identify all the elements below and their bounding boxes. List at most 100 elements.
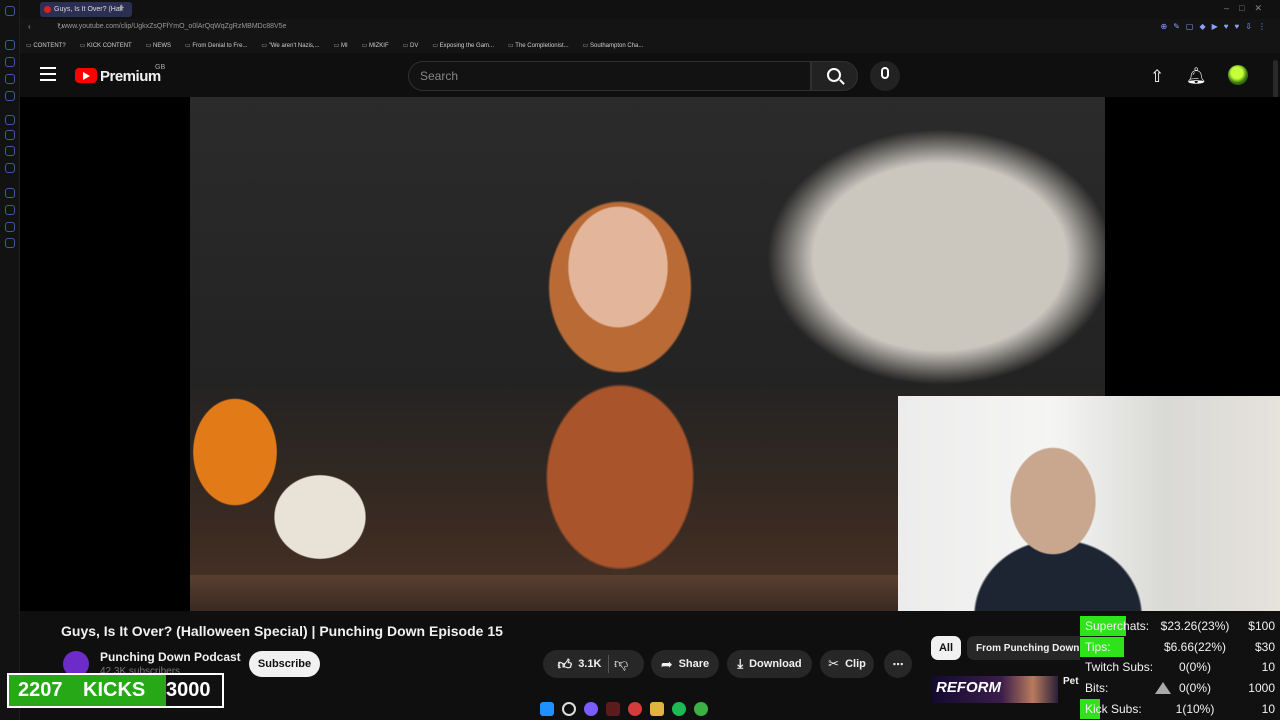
browser-sidebar [0,0,20,720]
video-frame-desk [190,575,900,611]
goal-row-kick-subs: Kick Subs: 1(10%) 10 [1085,699,1275,719]
like-dislike-group: 👍︎ 3.1K [543,650,644,678]
tab-bar: Guys, Is It Over? (Hall [20,0,1280,19]
windows-start-icon[interactable] [540,701,554,716]
clip-label: Clip [845,658,866,670]
browser-menu-icon[interactable] [5,6,15,16]
goal-target: 10 [1261,702,1275,716]
goal-label: Tips: [1085,640,1111,654]
sidebar-app-icon[interactable] [5,115,15,125]
youtube-favicon-icon [44,6,51,13]
goal-label: Kick Subs: [1085,702,1142,716]
spotify-icon[interactable] [672,701,686,716]
logo-text[interactable]: Premium [100,68,161,85]
sidebar-app-icon[interactable] [5,91,15,101]
microphone-icon [881,67,889,79]
search-icon [827,68,841,82]
sidebar-app-icon[interactable] [5,222,15,232]
logo-country-code: GB [155,64,166,71]
hamburger-menu-icon[interactable] [40,67,56,81]
goal-value: 1(10%) [1175,702,1215,716]
bookmark-item[interactable]: CONTENT? [26,42,65,49]
bookmark-item[interactable]: DV [403,42,418,49]
youtube-logo-icon[interactable] [75,68,97,83]
bookmark-item[interactable]: MI [334,42,348,49]
sidebar-app-icon[interactable] [5,57,15,67]
goal-label: Bits: [1085,681,1109,695]
goal-value: $6.66(22%) [1163,640,1227,654]
kick-goal: 3000 [166,679,211,701]
bookmark-item[interactable]: NEWS [146,42,171,49]
upload-icon[interactable]: ⇧ [1150,67,1164,87]
like-button[interactable]: 👍︎ 3.1K [558,656,602,673]
avatar[interactable] [1228,65,1248,85]
kick-label: KICKS [83,679,146,701]
extension-icons[interactable]: ⊕✎▢◆▶♥♥⇩⋮ [1161,22,1272,31]
more-icon: ⋯ [892,658,904,671]
sidebar-app-icon[interactable] [5,40,15,50]
bookmark-item[interactable]: From Denial to Fre... [185,42,247,49]
goal-row-bits: Bits: 0(0%) 1000 [1085,678,1275,698]
clip-button[interactable]: ✂ Clip [820,650,874,678]
goal-label: Twitch Subs: [1085,660,1154,674]
search-placeholder: Search [420,69,459,83]
thumbs-up-icon: 👍︎ [557,655,573,672]
sidebar-app-icon[interactable] [5,146,15,156]
goal-target: 10 [1261,660,1275,674]
like-divider [608,655,609,673]
new-tab-icon[interactable]: + [118,2,124,14]
goal-target: $30 [1254,640,1275,654]
goal-target: $100 [1248,619,1275,633]
bookmark-item[interactable]: "We aren't Nazis,... [261,42,320,49]
browser-app-icon[interactable] [606,701,620,716]
download-label: Download [749,658,802,670]
bookmark-item[interactable]: Exposing the Gam... [432,42,494,49]
bookmark-item[interactable]: Southampton Cha... [583,42,643,49]
sidebar-app-icon[interactable] [5,238,15,248]
kick-count: 2207 [18,679,63,701]
goal-row-twitch-subs: Twitch Subs: 0(0%) 10 [1085,657,1275,677]
goal-value: $23.26(23%) [1160,619,1230,633]
tab-title: Guys, Is It Over? (Hall [54,6,123,13]
share-icon: ➦ [660,655,673,672]
thumbs-down-icon[interactable]: 👎︎ [614,655,628,672]
webcam-overlay [898,396,1280,611]
search-input[interactable] [408,61,811,91]
chip-all[interactable]: All [931,636,961,660]
share-label: Share [678,658,710,670]
like-count: 3.1K [578,658,602,670]
chip-from-channel[interactable]: From Punching Down [967,636,1085,660]
download-icon: ⤓ [737,656,744,671]
taskbar [540,697,740,720]
more-actions-button[interactable]: ⋯ [884,650,912,678]
bookmark-item[interactable]: MIZKIF [362,42,389,49]
folder-icon[interactable] [650,701,664,716]
window-controls[interactable]: –□✕ [1224,3,1272,14]
url-text[interactable]: www.youtube.com/clip/UgkxZsQFfYmO_o0lArQ… [62,23,286,30]
sidebar-app-icon[interactable] [5,188,15,198]
xbox-icon[interactable] [694,701,708,716]
bell-icon[interactable]: 🔔︎ [1186,66,1206,86]
bookmark-item[interactable]: KICK CONTENT [80,42,132,49]
download-button[interactable]: ⤓ Download [727,650,812,678]
goal-label: Superchats: [1085,619,1150,633]
subscribe-button[interactable]: Subscribe [249,651,320,677]
sidebar-app-icon[interactable] [5,163,15,173]
share-button[interactable]: ➦ Share [651,650,719,678]
goal-target: 1000 [1248,681,1275,695]
video-title: Guys, Is It Over? (Halloween Special) | … [61,623,503,639]
bookmark-item[interactable]: The Completionist... [508,42,568,49]
sidebar-app-icon[interactable] [5,205,15,215]
channel-name[interactable]: Punching Down Podcast [100,650,241,664]
chrome-icon[interactable] [628,701,642,716]
goal-row-superchats: Superchats: $23.26(23%) $100 [1085,616,1275,636]
bookmarks-bar: CONTENT? KICK CONTENT NEWS From Denial t… [20,38,1280,53]
scissors-icon: ✂ [828,656,840,671]
goal-row-tips: Tips: $6.66(22%) $30 [1085,637,1275,657]
search-icon[interactable] [562,701,576,716]
bits-icon [1155,682,1171,694]
discord-icon[interactable] [584,701,598,716]
goal-value: 0(0%) [1178,660,1211,674]
sidebar-app-icon[interactable] [5,130,15,140]
sidebar-app-icon[interactable] [5,74,15,84]
